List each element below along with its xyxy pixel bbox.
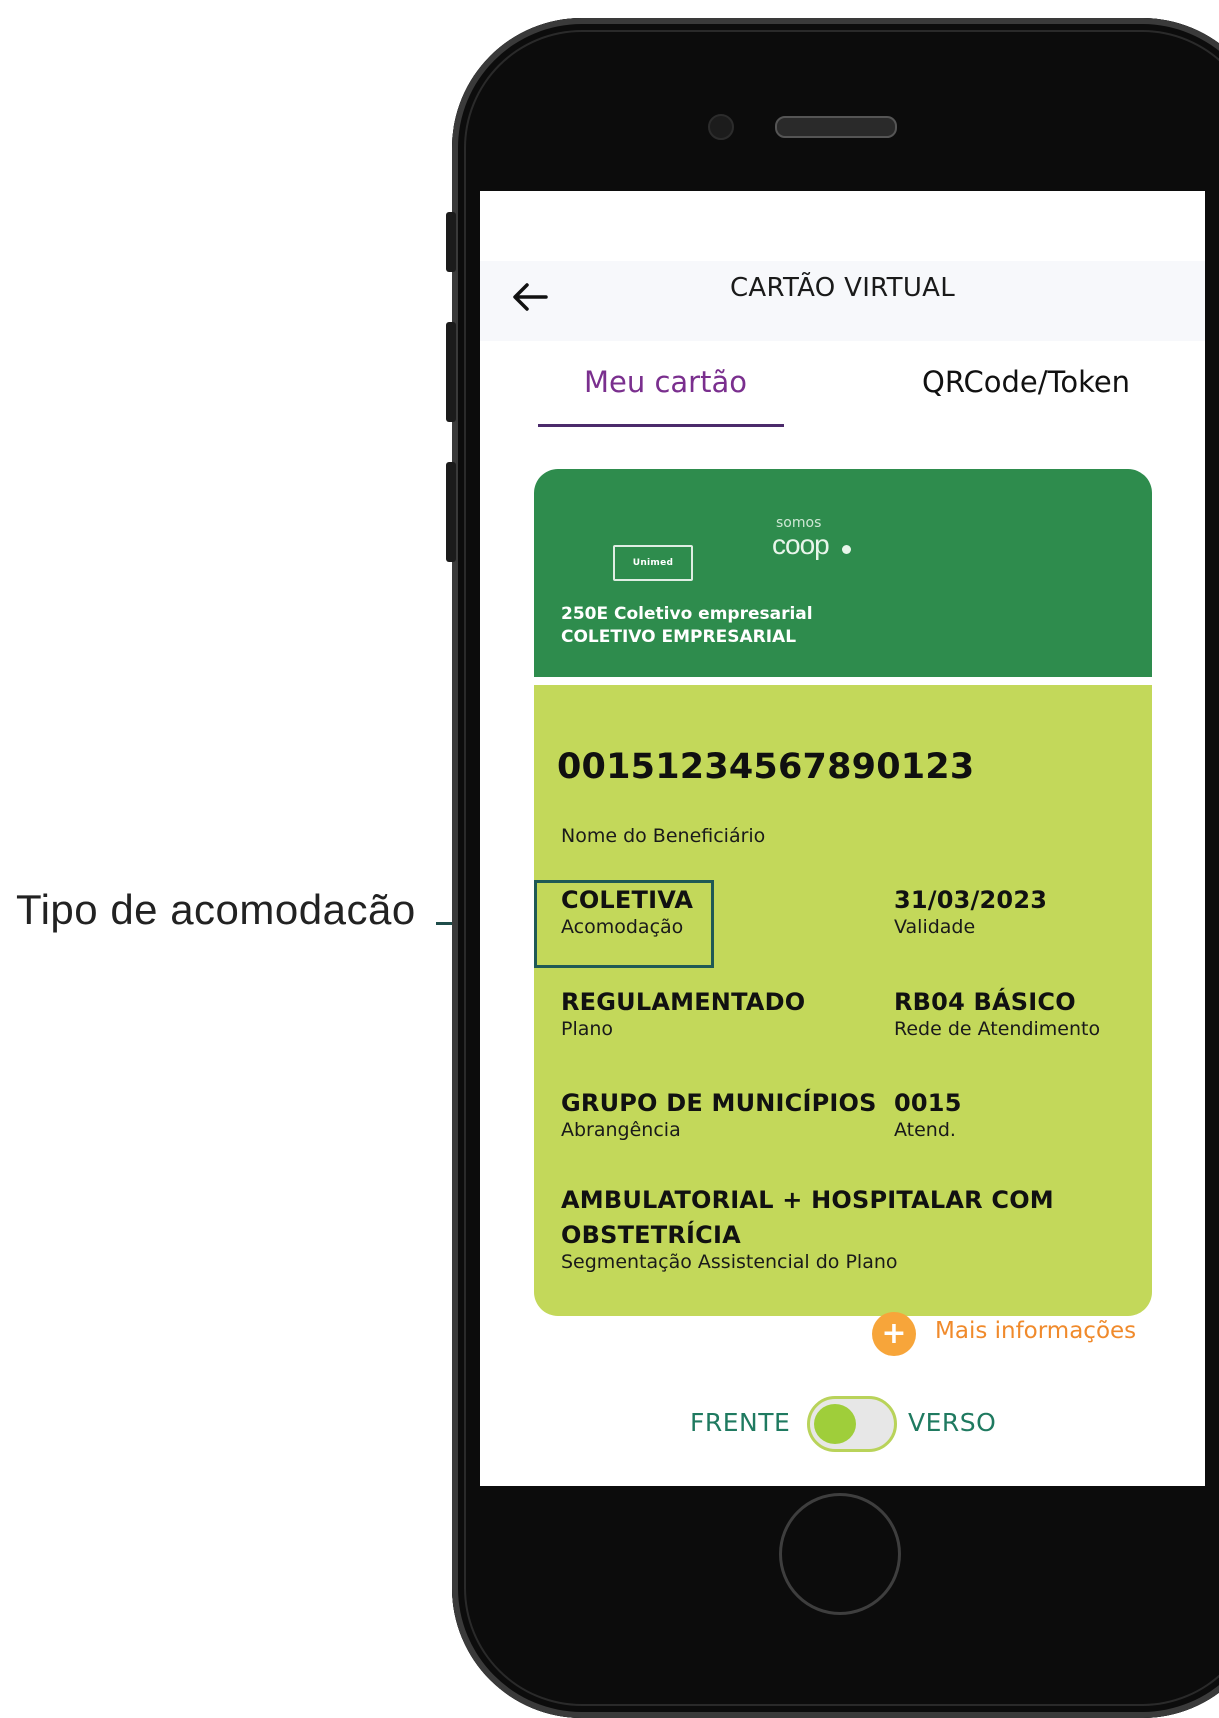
toggle-knob bbox=[814, 1404, 856, 1444]
segmentation-label: Segmentação Assistencial do Plano bbox=[561, 1251, 898, 1273]
more-info-link[interactable]: Mais informações bbox=[935, 1318, 1136, 1344]
plan-label: Plano bbox=[561, 1018, 614, 1040]
toggle-back-label: VERSO bbox=[908, 1408, 997, 1437]
active-tab-indicator bbox=[538, 424, 784, 427]
card-divider bbox=[534, 677, 1152, 685]
plan-code: 250E Coletivo empresarial bbox=[561, 604, 813, 624]
coop-logo-mark bbox=[842, 545, 851, 554]
attendance-value: 0015 bbox=[894, 1089, 962, 1117]
coverage-value: GRUPO DE MUNICÍPIOS bbox=[561, 1089, 877, 1117]
network-label: Rede de Atendimento bbox=[894, 1018, 1101, 1040]
validity-label: Validade bbox=[894, 916, 976, 938]
validity-value: 31/03/2023 bbox=[894, 886, 1048, 914]
page-title: CARTÃO VIRTUAL bbox=[729, 273, 956, 303]
volume-down-button bbox=[446, 462, 456, 562]
plan-value: REGULAMENTADO bbox=[561, 988, 806, 1016]
app-screen: CARTÃO VIRTUAL Meu cartão QRCode/Token U… bbox=[480, 191, 1205, 1486]
beneficiary-name: Nome do Beneficiário bbox=[561, 825, 766, 847]
annotation-label: Tipo de acomodacão bbox=[16, 886, 416, 933]
network-value: RB04 BÁSICO bbox=[894, 988, 1076, 1016]
plus-circle-icon[interactable]: + bbox=[872, 1312, 916, 1356]
attendance-label: Atend. bbox=[894, 1119, 956, 1141]
front-back-toggle[interactable] bbox=[807, 1396, 897, 1452]
home-button[interactable] bbox=[779, 1493, 901, 1615]
earpiece-speaker bbox=[775, 116, 897, 138]
segmentation-value-line2: OBSTETRÍCIA bbox=[561, 1221, 741, 1249]
front-camera bbox=[708, 114, 734, 140]
somos-coop-logo-bottom: coop bbox=[772, 529, 830, 560]
unimed-logo: Unimed bbox=[613, 545, 693, 581]
card-number: 00151234567890123 bbox=[557, 747, 975, 787]
somos-coop-logo-top: somos bbox=[776, 515, 822, 531]
segmentation-value-line1: AMBULATORIAL + HOSPITALAR COM bbox=[561, 1186, 1054, 1214]
volume-up-button bbox=[446, 322, 456, 422]
toggle-front-label: FRENTE bbox=[690, 1408, 791, 1437]
tab-qrcode-token[interactable]: QRCode/Token bbox=[922, 365, 1130, 399]
tab-meu-cartao[interactable]: Meu cartão bbox=[584, 365, 747, 399]
plan-type: COLETIVO EMPRESARIAL bbox=[561, 627, 797, 647]
annotation-highlight-box bbox=[534, 880, 714, 968]
coverage-label: Abrangência bbox=[561, 1119, 681, 1141]
mute-switch bbox=[446, 212, 456, 272]
